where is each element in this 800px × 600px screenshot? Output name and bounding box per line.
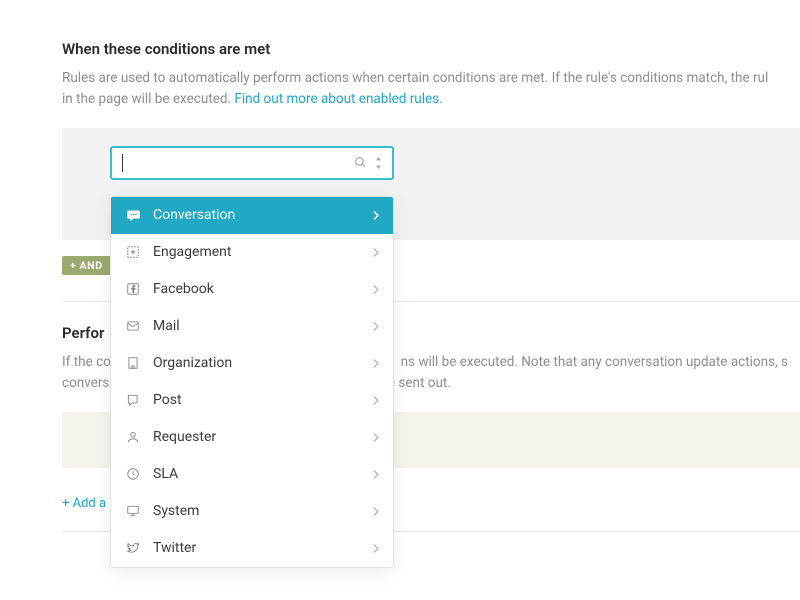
dropdown-item-label: Post (153, 392, 360, 408)
chevron-right-icon (372, 210, 379, 221)
dropdown-item-label: Facebook (153, 281, 360, 297)
clock-icon (125, 467, 141, 481)
dropdown-item-label: Requester (153, 429, 360, 445)
condition-search-input[interactable] (110, 146, 394, 180)
conditions-desc-text-2: in the page will be executed. (62, 91, 234, 107)
dropdown-item-facebook[interactable]: Facebook (111, 271, 393, 308)
conditions-heading: When these conditions are met (62, 40, 800, 58)
dropdown-item-system[interactable]: System (111, 493, 393, 530)
search-icon (354, 156, 367, 169)
dropdown-item-label: Mail (153, 318, 360, 334)
plus-box-icon (125, 245, 141, 259)
dropdown-item-label: System (153, 503, 360, 519)
post-icon (125, 393, 141, 407)
conditions-panel: ConversationEngagementFacebookMailOrgani… (62, 128, 800, 240)
dropdown-item-organization[interactable]: Organization (111, 345, 393, 382)
chevron-right-icon (372, 469, 379, 480)
chevron-right-icon (372, 432, 379, 443)
add-action-link[interactable]: + Add a (62, 496, 106, 511)
dropdown-item-label: Organization (153, 355, 360, 371)
twitter-icon (125, 541, 141, 555)
person-icon (125, 430, 141, 444)
conditions-desc-text-1: Rules are used to automatically perform … (62, 70, 768, 86)
dropdown-item-post[interactable]: Post (111, 382, 393, 419)
building-icon (125, 356, 141, 370)
dropdown-item-engagement[interactable]: Engagement (111, 234, 393, 271)
learn-more-link[interactable]: Find out more about enabled rules. (234, 91, 442, 107)
dropdown-item-label: Conversation (153, 207, 360, 223)
dropdown-item-twitter[interactable]: Twitter (111, 530, 393, 567)
monitor-icon (125, 504, 141, 518)
conditions-description: Rules are used to automatically perform … (62, 68, 800, 110)
condition-dropdown: Conversation Engagement Facebook Mail Organi… (110, 196, 394, 568)
dropdown-item-label: SLA (153, 466, 360, 482)
add-and-condition-button[interactable]: + AND (62, 256, 111, 275)
dropdown-item-label: Twitter (153, 540, 360, 556)
updown-caret-icon (375, 157, 382, 169)
actions-desc-1a: If the co (62, 354, 111, 370)
chevron-right-icon (372, 321, 379, 332)
chevron-right-icon (372, 358, 379, 369)
dropdown-item-label: Engagement (153, 244, 360, 260)
actions-desc-2a: convers (62, 375, 109, 391)
chevron-right-icon (372, 284, 379, 295)
dropdown-item-requester[interactable]: Requester (111, 419, 393, 456)
chevron-right-icon (372, 247, 379, 258)
dropdown-item-mail[interactable]: Mail (111, 308, 393, 345)
facebook-icon (125, 282, 141, 296)
mail-icon (125, 319, 141, 333)
chevron-right-icon (372, 543, 379, 554)
dropdown-item-sla[interactable]: SLA (111, 456, 393, 493)
actions-desc-1b: ns will be executed. Note that any conve… (401, 354, 788, 370)
chevron-right-icon (372, 395, 379, 406)
chat-icon (125, 208, 141, 223)
chevron-right-icon (372, 506, 379, 517)
dropdown-item-conversation[interactable]: Conversation (111, 197, 393, 234)
text-cursor (122, 154, 123, 172)
